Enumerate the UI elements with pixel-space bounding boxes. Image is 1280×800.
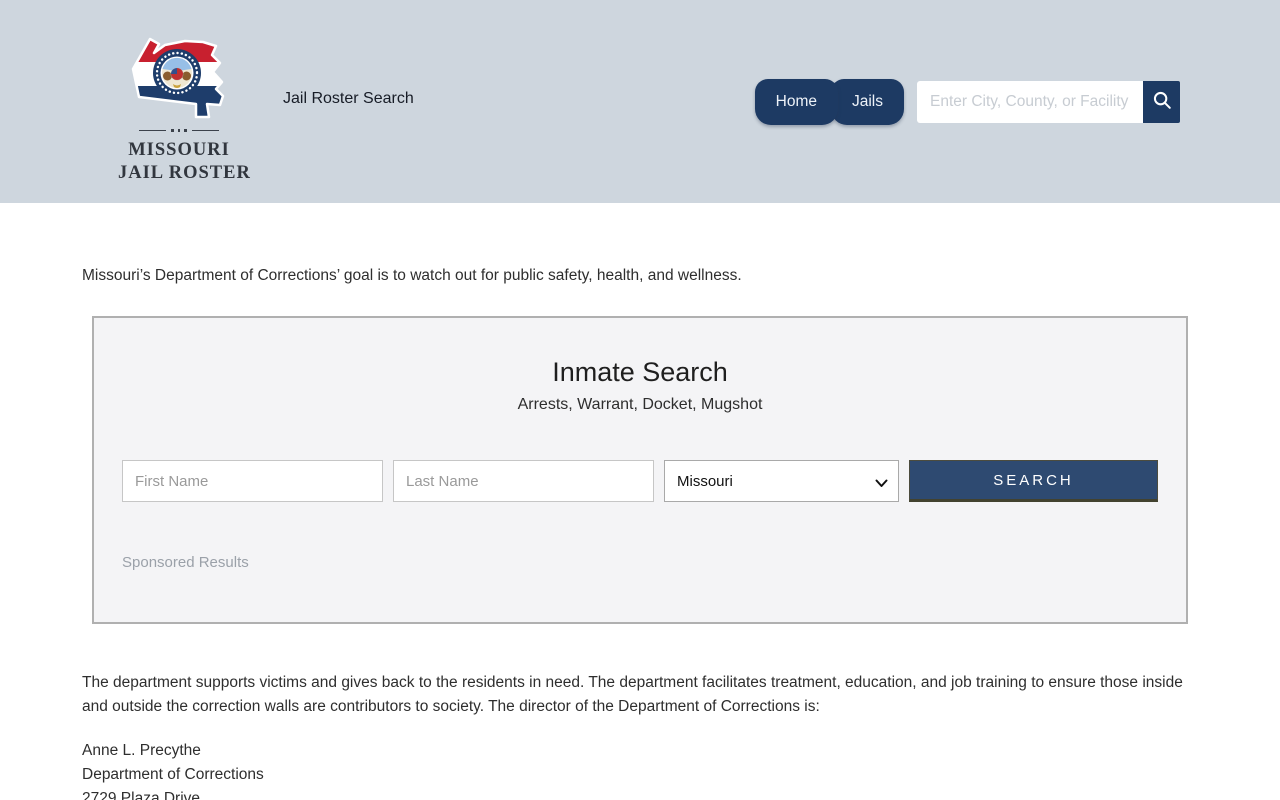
sponsored-results-label: Sponsored Results [122, 554, 1158, 571]
site-header: MISSOURI JAIL ROSTER Jail Roster Search … [0, 0, 1280, 203]
intro-text: Missouri’s Department of Corrections’ go… [82, 267, 1198, 285]
inmate-search-form: Missouri SEARCH [122, 460, 1158, 502]
site-logo[interactable]: MISSOURI JAIL ROSTER [118, 29, 240, 185]
main-nav: Home Jails [755, 79, 1180, 125]
logo-text-line1: MISSOURI [118, 139, 240, 162]
logo-divider [118, 129, 240, 133]
inmate-search-panel: Inmate Search Arrests, Warrant, Docket, … [92, 316, 1188, 624]
department-description: The department supports victims and give… [82, 671, 1198, 719]
contact-line-street: 2729 Plaza Drive [82, 787, 1198, 800]
header-search-button[interactable] [1143, 81, 1180, 123]
main-content: Missouri’s Department of Corrections’ go… [82, 267, 1198, 800]
nav-home-button[interactable]: Home [755, 79, 838, 125]
contact-block: Anne L. Precythe Department of Correctio… [82, 739, 1198, 800]
logo-text-line2: JAIL ROSTER [118, 162, 240, 185]
nav-jails-button[interactable]: Jails [831, 79, 904, 125]
last-name-input[interactable] [393, 460, 654, 502]
state-select-wrap: Missouri [664, 460, 899, 502]
site-title: Jail Roster Search [283, 90, 414, 108]
contact-line-director: Anne L. Precythe [82, 739, 1198, 763]
first-name-input[interactable] [122, 460, 383, 502]
header-search-group [917, 81, 1180, 123]
contact-line-department: Department of Corrections [82, 763, 1198, 787]
search-icon [1151, 89, 1173, 114]
inmate-search-button[interactable]: SEARCH [909, 460, 1158, 502]
state-select[interactable]: Missouri [664, 460, 899, 502]
inmate-search-subtitle: Arrests, Warrant, Docket, Mugshot [122, 396, 1158, 414]
inmate-search-title: Inmate Search [122, 357, 1158, 388]
facility-search-input[interactable] [917, 81, 1143, 123]
missouri-flag-state-icon [118, 29, 240, 122]
